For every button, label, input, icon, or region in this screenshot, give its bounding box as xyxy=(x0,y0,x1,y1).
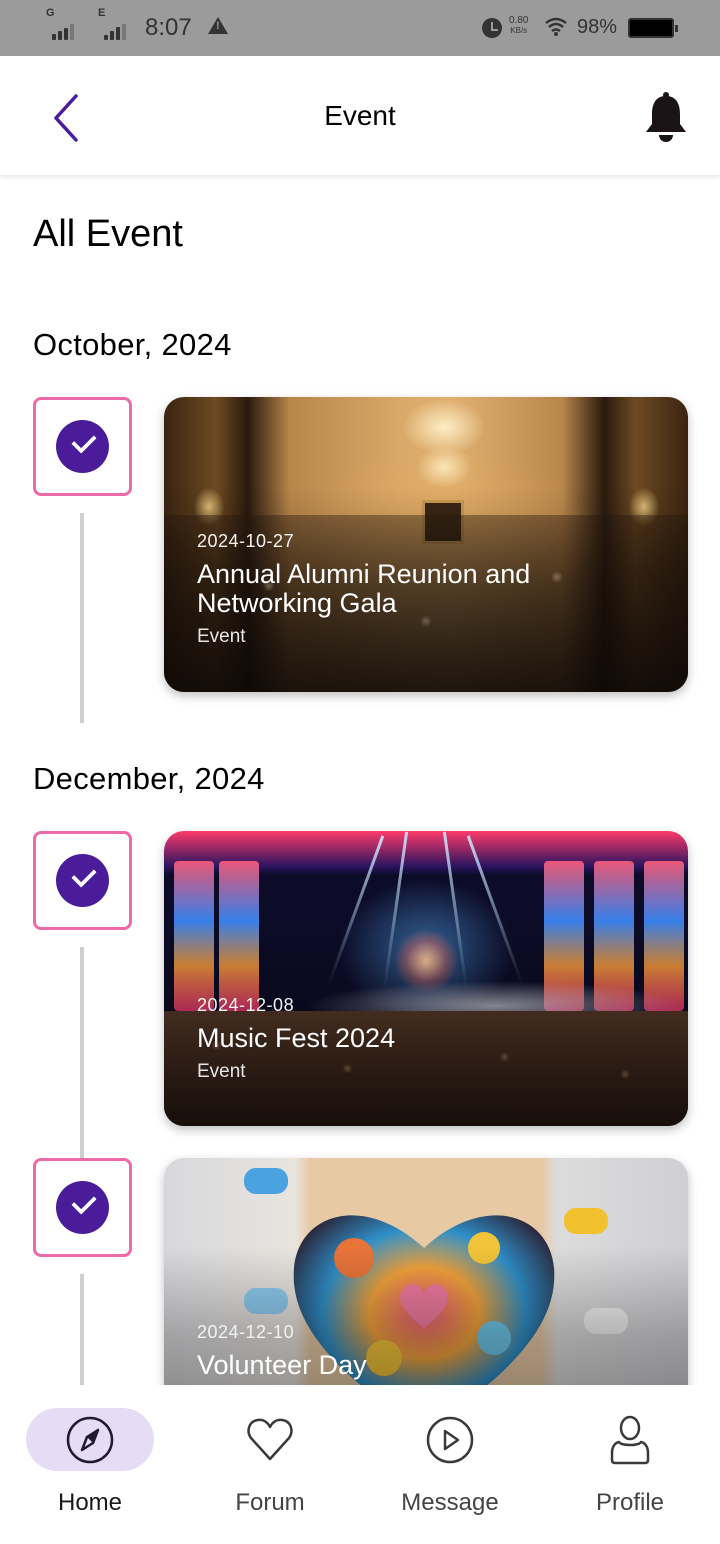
month-heading: October, 2024 xyxy=(33,327,232,362)
event-category: Event xyxy=(197,1061,246,1082)
data-speed-unit: KB/s xyxy=(510,26,528,35)
checkmark-icon xyxy=(56,1181,109,1234)
event-category: Event xyxy=(197,626,246,647)
compass-icon xyxy=(66,1416,114,1464)
bell-icon xyxy=(646,92,686,142)
bottom-navigation: Home Forum Message Profile xyxy=(0,1385,720,1544)
back-button[interactable] xyxy=(44,86,94,146)
event-name: Annual Alumni Reunion and Networking Gal… xyxy=(197,559,531,618)
nav-label: Forum xyxy=(235,1489,305,1516)
event-date: 2024-12-08 xyxy=(197,995,295,1015)
event-completed-checkbox[interactable] xyxy=(33,831,132,930)
event-card[interactable]: 2024-10-27 Annual Alumni Reunion and Net… xyxy=(164,397,688,692)
alarm-clock-icon xyxy=(482,18,502,38)
play-circle-icon xyxy=(426,1416,474,1464)
nav-label: Profile xyxy=(595,1489,665,1516)
event-name: Volunteer Day xyxy=(197,1350,367,1380)
checkmark-icon xyxy=(56,854,109,907)
wifi-icon xyxy=(545,17,567,36)
signal-bars-icon xyxy=(52,24,80,40)
nav-home[interactable]: Home xyxy=(0,1385,180,1544)
signal-bars-icon xyxy=(104,24,132,40)
timeline-connector xyxy=(80,513,84,723)
month-heading: December, 2024 xyxy=(33,761,265,796)
battery-icon xyxy=(628,18,678,38)
sim2-network-type: E xyxy=(98,7,106,19)
nav-message[interactable]: Message xyxy=(360,1385,540,1544)
nav-label: Home xyxy=(57,1489,123,1516)
nav-label: Message xyxy=(401,1489,499,1516)
timeline-connector xyxy=(80,1274,84,1385)
event-date: 2024-10-27 xyxy=(197,531,295,551)
event-date: 2024-12-10 xyxy=(197,1322,295,1342)
event-completed-checkbox[interactable] xyxy=(33,1158,132,1257)
event-list-scroll-area[interactable]: All Event October, 2024 2024-10-27 Annua… xyxy=(0,177,720,1385)
event-completed-checkbox[interactable] xyxy=(33,397,132,496)
event-card[interactable]: 2024-12-10 Volunteer Day Event xyxy=(164,1158,688,1385)
page-title: All Event xyxy=(33,213,183,255)
notifications-button[interactable] xyxy=(642,90,690,144)
heart-icon xyxy=(247,1418,293,1461)
data-speed-value: 0.80 xyxy=(509,15,529,26)
event-name: Music Fest 2024 xyxy=(197,1023,396,1053)
status-bar: G E 8:07 0.80 KB/s 98% xyxy=(0,0,720,56)
page-header-title: Event xyxy=(324,100,396,131)
event-card[interactable]: 2024-12-08 Music Fest 2024 Event xyxy=(164,831,688,1126)
sim1-network-type: G xyxy=(46,7,55,19)
chevron-left-icon xyxy=(54,94,78,142)
person-icon xyxy=(610,1415,650,1465)
warning-triangle-icon xyxy=(208,17,228,34)
nav-profile[interactable]: Profile xyxy=(540,1385,720,1544)
nav-forum[interactable]: Forum xyxy=(180,1385,360,1544)
timeline-connector xyxy=(80,947,84,1158)
app-header: Event xyxy=(0,56,720,176)
checkmark-icon xyxy=(56,420,109,473)
data-speed: 0.80 KB/s xyxy=(509,16,528,36)
battery-percent: 98% xyxy=(577,16,618,38)
clock: 8:07 xyxy=(145,14,192,41)
